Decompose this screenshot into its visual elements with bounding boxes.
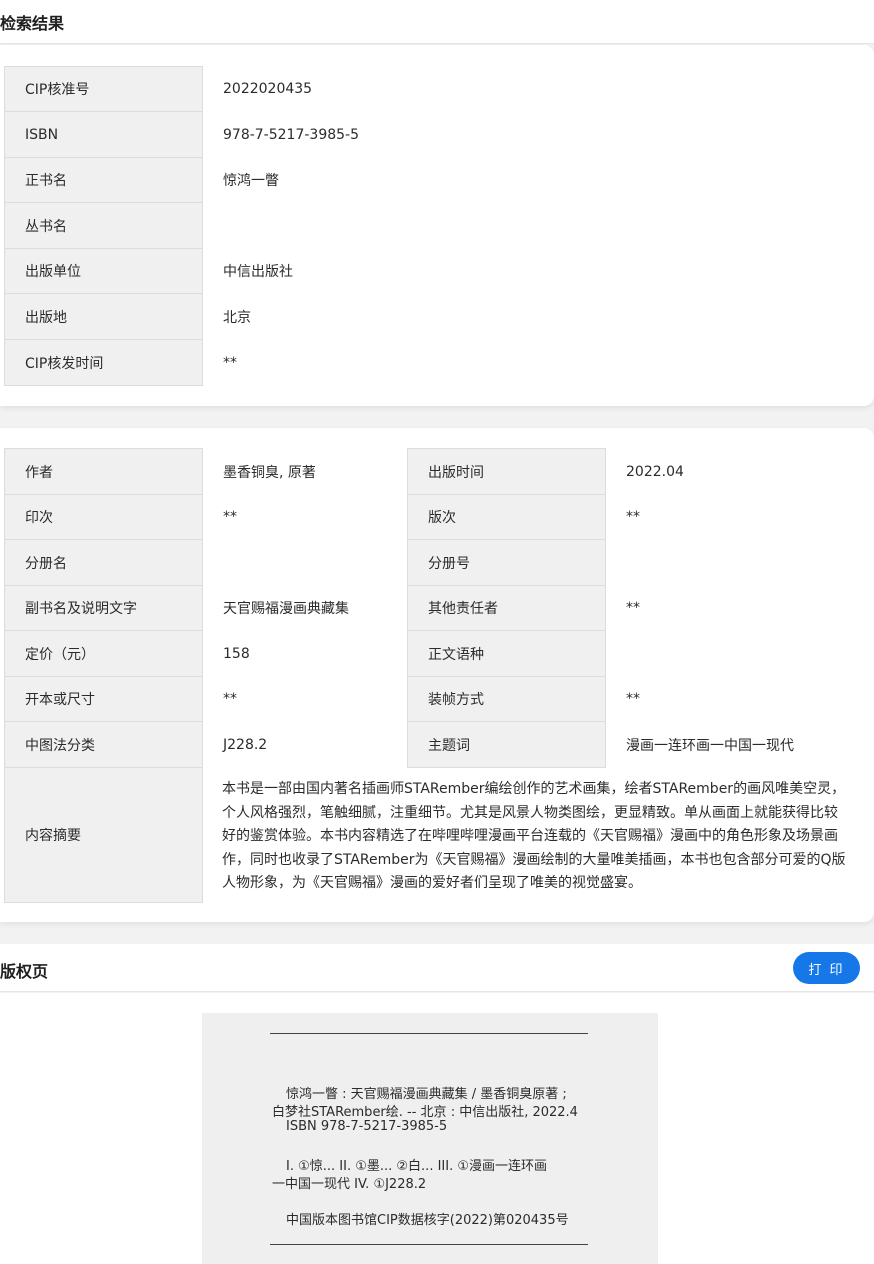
volume-name-label: 分册名 — [4, 539, 203, 586]
publish-date-label: 出版时间 — [407, 448, 606, 495]
abstract-line: 本书是一部由国内著名插画师STARember编绘创作的艺术画集，绘者STARem… — [222, 781, 846, 797]
edition-value: ** — [626, 509, 640, 525]
impression-value: ** — [223, 509, 237, 525]
title-value: 惊鸿一瞥 — [223, 173, 279, 189]
text-language-label: 正文语种 — [407, 630, 606, 677]
price-value: 158 — [223, 645, 250, 662]
cip-number-value: 2022020435 — [223, 81, 313, 97]
cip-issue-time-label: CIP核发时间 — [4, 339, 203, 386]
publish-place-label: 出版地 — [4, 293, 203, 340]
abstract-line: 作，同时也收录了STARember为《天官赐福》漫画绘制的大量唯美插画，本书也包… — [222, 851, 846, 868]
abstract-line: 个人风格强烈，笔触细腻，注重细节。尤其是风景人物类图绘，更显精致。单从画面上就能… — [222, 804, 838, 821]
price-label: 定价（元） — [4, 630, 203, 677]
volume-number-label: 分册号 — [407, 539, 606, 586]
page-title: 检索结果 — [0, 14, 65, 33]
publish-place-value: 北京 — [223, 309, 251, 326]
format-size-label: 开本或尺寸 — [4, 676, 203, 722]
cip-bottom-rule — [270, 1244, 588, 1245]
binding-label: 装帧方式 — [407, 676, 606, 722]
subject-terms-value: 漫画一连环画一中国一现代 — [626, 737, 794, 754]
publish-date-value: 2022.04 — [626, 463, 684, 480]
classification-label: 中图法分类 — [4, 721, 203, 768]
cip-issue-time-value: ** — [223, 354, 237, 371]
other-contributors-value: ** — [626, 600, 640, 616]
results-header: 检索结果 — [0, 0, 874, 44]
format-size-value: ** — [223, 691, 237, 707]
abstract-line: 人物形象，为《天官赐福》漫画的爱好者们呈现了唯美的视觉盛宴。 — [222, 875, 642, 891]
print-button[interactable]: 打 印 — [793, 952, 860, 984]
abstract-text: 本书是一部由国内著名插画师STARember编绘创作的艺术画集，绘者STARem… — [222, 778, 847, 896]
binding-value: ** — [626, 691, 640, 707]
isbn-label: ISBN — [4, 111, 203, 158]
cip-line-6: 中国版本图书馆CIP数据核字(2022)第020435号 — [286, 1213, 569, 1228]
cip-line-2: 白梦社STARember绘. -- 北京 : 中信出版社, 2022.4 — [272, 1105, 578, 1120]
cip-line-4: I. ①惊... II. ①墨... ②白... III. ①漫画一连环画 — [286, 1159, 548, 1174]
subtitle-label: 副书名及说明文字 — [4, 585, 203, 631]
cip-top-rule — [270, 1033, 588, 1034]
abstract-line: 好的鉴赏体验。本书内容精选了在哔哩哔哩漫画平台连载的《天官赐福》漫画中的角色形象… — [222, 828, 838, 844]
classification-value: J228.2 — [223, 736, 268, 753]
title-label: 正书名 — [4, 157, 203, 203]
other-contributors-label: 其他责任者 — [407, 585, 606, 631]
cip-line-3: ISBN 978-7-5217-3985-5 — [286, 1119, 448, 1134]
publisher-label: 出版单位 — [4, 248, 203, 294]
isbn-value: 978-7-5217-3985-5 — [223, 126, 360, 143]
subtitle-value: 天官赐福漫画典藏集 — [223, 601, 349, 617]
impression-label: 印次 — [4, 494, 203, 540]
copyright-header: 版权页 — [0, 944, 874, 992]
cip-number-label: CIP核准号 — [4, 66, 203, 112]
author-value: 墨香铜臭, 原著 — [223, 464, 316, 481]
copyright-title: 版权页 — [0, 962, 49, 981]
subject-terms-label: 主题词 — [407, 721, 606, 768]
cip-line-1: 惊鸿一瞥 : 天官赐福漫画典藏集 / 墨香铜臭原著 ; — [286, 1087, 567, 1102]
cip-line-5: 一中国一现代 IV. ①J228.2 — [272, 1177, 427, 1192]
author-label: 作者 — [4, 448, 203, 495]
publisher-value: 中信出版社 — [223, 264, 293, 280]
edition-label: 版次 — [407, 494, 606, 540]
series-title-label: 丛书名 — [4, 202, 203, 249]
abstract-label: 内容摘要 — [4, 767, 203, 903]
